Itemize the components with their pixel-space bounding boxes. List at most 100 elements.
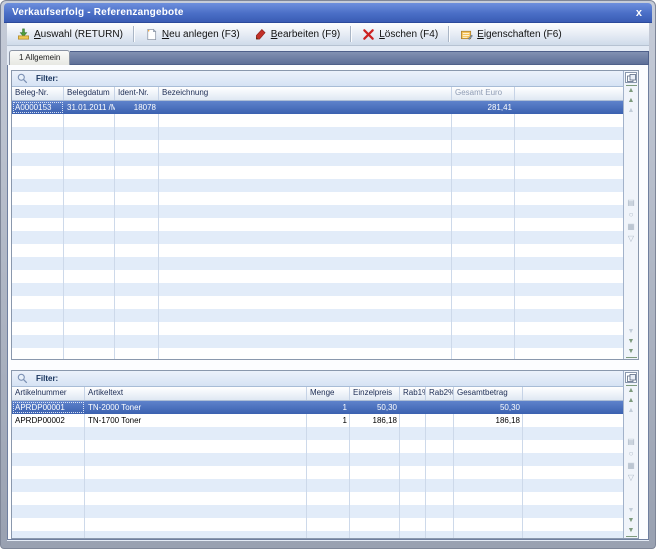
cell-beleg-nr: A0000153 [12,101,64,114]
column-separator [114,101,115,359]
cell-gesamtbetrag: 50,30 [454,401,523,414]
search-icon[interactable]: ○ [626,210,637,222]
column-separator [63,101,64,359]
positions-table-body: APRDP00001 TN-2000 Toner 1 50,30 50,30 A… [12,401,623,538]
column-header-artikelnummer[interactable]: Artikelnummer [12,387,85,400]
offers-filter-bar[interactable]: Filter: [12,71,623,87]
column-header-bezeichnung[interactable]: Bezeichnung [159,87,452,100]
tab-content-panel: Filter: Beleg-Nr. Belegdatum Ident-Nr. B… [7,65,649,540]
cell-gesamtbetrag: 186,18 [454,414,523,427]
loeschen-label: Löschen (F4) [379,29,438,40]
column-header-rab1[interactable]: Rab1% [400,387,426,400]
close-icon[interactable]: x [626,4,652,22]
cell-artikelnummer: APRDP00001 [12,401,85,414]
column-header-gesamt-euro[interactable]: Gesamt Euro [452,87,515,100]
tab-bar-filler [70,51,649,65]
cell-bezeichnung [159,101,452,114]
go-next-disabled-icon: ▼ [626,506,637,516]
cell-rab1 [400,401,426,414]
eigenschaften-label: Eigenschaften (F6) [477,29,562,40]
column-separator [158,101,159,359]
cell-rab2 [426,414,454,427]
toolbar-separator [133,26,135,42]
go-next-icon[interactable]: ▼ [626,337,637,347]
column-header-menge[interactable]: Menge [307,387,350,400]
new-document-icon [145,28,158,41]
select-icon [17,28,30,41]
cell-menge: 1 [307,401,350,414]
go-last-icon[interactable]: ▼ [626,347,637,358]
eigenschaften-button[interactable]: Eigenschaften (F6) [453,25,569,44]
bearbeiten-button[interactable]: Bearbeiten (F9) [247,25,347,44]
filter-label: Filter: [36,74,58,83]
column-header-gesamtbetrag[interactable]: Gesamtbetrag [454,387,523,400]
column-header-einzelpreis[interactable]: Einzelpreis [350,387,400,400]
column-separator [514,101,515,359]
tab-allgemein[interactable]: 1 Allgemein [9,50,70,65]
edit-icon [254,28,267,41]
offers-table-row-selected[interactable]: A0000153 31.01.2011 /Mo 18078 281,41 [12,101,623,114]
delete-icon [362,28,375,41]
column-separator [451,101,452,359]
cell-einzelpreis: 186,18 [350,414,400,427]
cell-einzelpreis: 50,30 [350,401,400,414]
app-window: Verkaufserfolg - Referenzangebote x Ausw… [0,0,656,549]
search-icon [17,373,28,384]
cell-ident-nr: 18078 [115,101,159,114]
neu-anlegen-label: Neu anlegen (F3) [162,29,240,40]
positions-table-header: Artikelnummer Artikeltext Menge Einzelpr… [12,387,623,401]
offers-table-body: A0000153 31.01.2011 /Mo 18078 281,41 [12,101,623,359]
neu-anlegen-button[interactable]: Neu anlegen (F3) [138,25,247,44]
go-first-icon[interactable]: ▲ [626,385,637,396]
loeschen-button[interactable]: Löschen (F4) [355,25,445,44]
column-chooser-icon[interactable] [625,72,637,83]
column-header-rab2[interactable]: Rab2% [426,387,454,400]
go-last-icon[interactable]: ▼ [626,526,637,537]
column-header-belegdatum[interactable]: Belegdatum [64,87,115,100]
column-header-ident-nr[interactable]: Ident-Nr. [115,87,159,100]
column-header-filler [523,387,623,400]
window-body: Auswahl (RETURN) Neu anlegen (F3) Bearbe… [7,23,649,541]
tab-bar: 1 Allgemein [7,50,649,65]
go-next-disabled-icon: ▼ [626,327,637,337]
go-previous-disabled-icon: ▲ [626,106,637,116]
positions-table-nav-strip: ▲ ▲ ▲ ▤ ○ ▦ ▽ ▼ ▼ ▼ [623,371,638,538]
column-header-filler [515,87,623,100]
cell-artikeltext: TN-1700 Toner [85,414,307,427]
search-icon[interactable]: ○ [626,449,637,461]
titlebar[interactable]: Verkaufserfolg - Referenzangebote x [4,3,652,23]
positions-table-row[interactable]: APRDP00002 TN-1700 Toner 1 186,18 186,18 [12,414,623,427]
positions-filter-bar[interactable]: Filter: [12,371,623,387]
cell-menge: 1 [307,414,350,427]
row-count-icon[interactable]: ▤ [626,198,637,210]
go-previous-disabled-icon: ▲ [626,406,637,416]
positions-table-row-selected[interactable]: APRDP00001 TN-2000 Toner 1 50,30 50,30 [12,401,623,414]
toolbar: Auswahl (RETURN) Neu anlegen (F3) Bearbe… [7,23,649,46]
filter-icon[interactable]: ▽ [626,234,637,246]
row-count-icon[interactable]: ▤ [626,437,637,449]
offers-table: Filter: Beleg-Nr. Belegdatum Ident-Nr. B… [11,70,639,360]
window-title: Verkaufserfolg - Referenzangebote [4,7,184,18]
column-chooser-icon[interactable] [625,372,637,383]
offers-table-header: Beleg-Nr. Belegdatum Ident-Nr. Bezeichnu… [12,87,623,101]
auswahl-label: Auswahl (RETURN) [34,29,123,40]
tab-label: 1 Allgemein [19,53,60,62]
cell-belegdatum: 31.01.2011 /Mo [64,101,115,114]
column-header-artikeltext[interactable]: Artikeltext [85,387,307,400]
go-next-icon[interactable]: ▼ [626,516,637,526]
cell-gesamt-euro: 281,41 [452,101,515,114]
grid-icon[interactable]: ▦ [626,461,637,473]
auswahl-button[interactable]: Auswahl (RETURN) [10,25,130,44]
cell-artikelnummer: APRDP00002 [12,414,85,427]
go-previous-icon[interactable]: ▲ [626,96,637,106]
cell-rab1 [400,414,426,427]
go-first-icon[interactable]: ▲ [626,85,637,96]
positions-table: Filter: Artikelnummer Artikeltext Menge … [11,370,639,539]
bearbeiten-label: Bearbeiten (F9) [271,29,340,40]
go-previous-icon[interactable]: ▲ [626,396,637,406]
filter-icon[interactable]: ▽ [626,473,637,485]
column-header-beleg-nr[interactable]: Beleg-Nr. [12,87,64,100]
toolbar-separator [448,26,450,42]
toolbar-separator [350,26,352,42]
grid-icon[interactable]: ▦ [626,222,637,234]
